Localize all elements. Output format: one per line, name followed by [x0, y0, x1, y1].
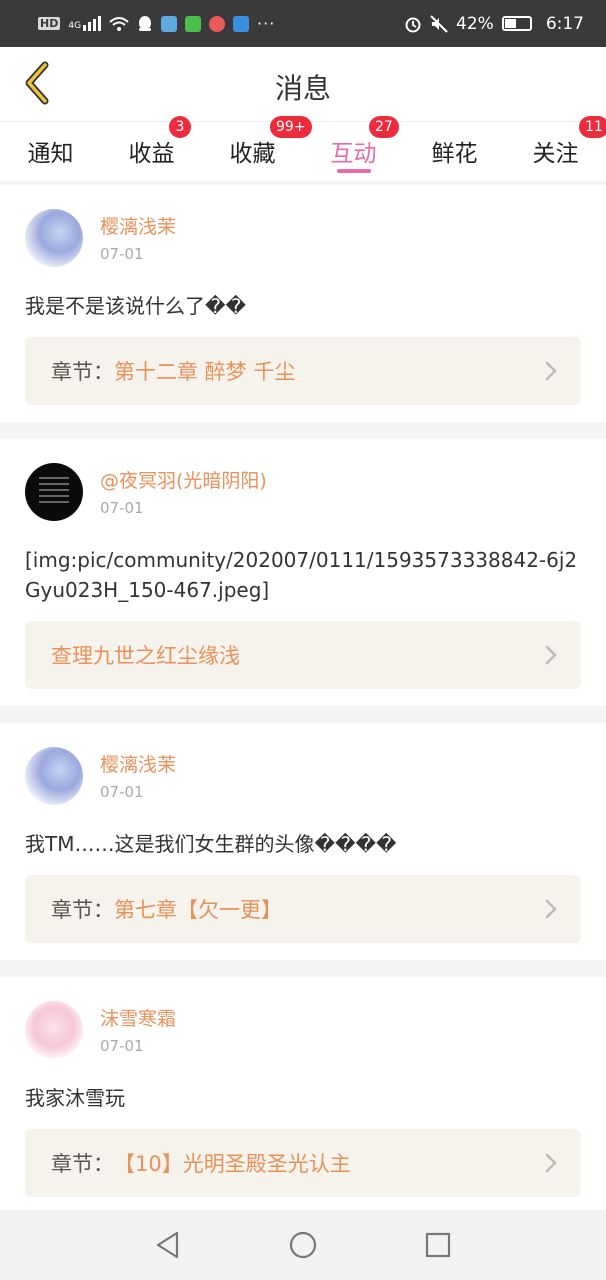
- more-icon: ···: [257, 14, 276, 33]
- user-name[interactable]: 樱漓浅茉: [100, 215, 176, 239]
- tab-interactions[interactable]: 互动 27: [303, 116, 404, 181]
- chapter-label: 章节：: [51, 1152, 114, 1176]
- tab-label: 关注: [532, 141, 579, 167]
- chapter-title: 第七章【欠一更】: [114, 898, 282, 922]
- square-recents-icon: [426, 1232, 451, 1258]
- alarm-icon: [405, 17, 421, 32]
- network-type-label: 4G: [68, 21, 82, 31]
- tab-earnings[interactable]: 收益 3: [101, 116, 202, 181]
- signal-icon: 4G: [68, 16, 102, 31]
- avatar[interactable]: [25, 463, 83, 521]
- chapter-title: 【10】光明圣殿圣光认主: [114, 1152, 351, 1176]
- mute-icon: [430, 14, 448, 33]
- list-item: 沫雪寒霜 07-01 我家沐雪玩 章节： 【10】光明圣殿圣光认主: [0, 977, 606, 1214]
- chapter-link[interactable]: 章节： 第七章【欠一更】: [25, 875, 581, 943]
- avatar[interactable]: [25, 747, 83, 805]
- unread-badge: 27: [369, 116, 399, 138]
- unread-badge: 11: [579, 116, 606, 138]
- avatar[interactable]: [25, 1001, 83, 1059]
- tab-bar: 通知 收益 3 收藏 99+ 互动 27 鲜花 关注 11: [0, 116, 606, 181]
- qq-icon: [139, 15, 152, 31]
- browser-icon: [209, 15, 226, 32]
- comment-text: 我是不是该说什么了��: [25, 294, 247, 318]
- comment-text: 我家沐雪玩: [25, 1086, 125, 1110]
- clock: 6:17: [545, 13, 584, 34]
- list-item: @夜冥羽(光暗阴阳) 07-01 [img:pic/community/2020…: [0, 439, 606, 706]
- tab-label: 收益: [128, 141, 175, 167]
- circle-home-icon: [289, 1231, 317, 1259]
- nav-recents-button[interactable]: [418, 1225, 458, 1265]
- hd-icon: HD: [38, 17, 61, 30]
- message-app-icon: [233, 15, 250, 32]
- chevron-right-icon: [545, 361, 557, 381]
- chevron-right-icon: [545, 1153, 557, 1173]
- unread-badge: 3: [169, 116, 191, 138]
- tab-favorites[interactable]: 收藏 99+: [202, 116, 312, 181]
- comment-text: [img:pic/community/202007/0111/159357333…: [25, 548, 578, 602]
- status-bar: HD 4G ··· 42% 6:17: [0, 0, 606, 47]
- system-nav-bar: [0, 1210, 606, 1280]
- user-name[interactable]: 沫雪寒霜: [100, 1007, 176, 1031]
- chapter-title: 第十二章 醉梦 千尘: [114, 360, 296, 384]
- wifi-icon: [109, 16, 129, 31]
- nav-back-button[interactable]: [148, 1225, 188, 1265]
- tab-label: 鲜花: [431, 141, 478, 167]
- page-title: 消息: [274, 72, 331, 105]
- book-link[interactable]: 查理九世之红尘缘浅: [25, 621, 581, 689]
- tab-notifications[interactable]: 通知: [0, 122, 101, 181]
- app-icon: [161, 15, 178, 32]
- chapter-link[interactable]: 章节： 第十二章 醉梦 千尘: [25, 337, 581, 405]
- iqiyi-icon: [185, 15, 202, 32]
- battery-percent: 42%: [456, 13, 494, 34]
- chapter-label: 章节：: [51, 898, 114, 922]
- user-name[interactable]: 樱漓浅茉: [100, 753, 176, 777]
- avatar[interactable]: [25, 209, 83, 267]
- post-date: 07-01: [100, 783, 144, 801]
- post-date: 07-01: [100, 499, 144, 517]
- tab-following[interactable]: 关注 11: [505, 116, 606, 181]
- post-date: 07-01: [100, 245, 144, 263]
- battery-icon: [501, 16, 532, 31]
- tab-label: 收藏: [229, 141, 276, 167]
- tab-label: 互动: [330, 141, 377, 167]
- chapter-link[interactable]: 章节： 【10】光明圣殿圣光认主: [25, 1129, 581, 1197]
- active-tab-indicator: [336, 169, 371, 173]
- chevron-right-icon: [545, 899, 557, 919]
- post-date: 07-01: [100, 1037, 144, 1055]
- list-item: 樱漓浅茉 07-01 我TM……这是我们女生群的头像���� 章节： 第七章【欠…: [0, 723, 606, 960]
- chapter-label: 章节：: [51, 360, 114, 384]
- user-name[interactable]: @夜冥羽(光暗阴阳): [100, 469, 267, 493]
- tab-flowers[interactable]: 鲜花: [404, 122, 505, 181]
- chevron-right-icon: [545, 645, 557, 665]
- message-list: 樱漓浅茉 07-01 我是不是该说什么了�� 章节： 第十二章 醉梦 千尘 @夜…: [0, 185, 606, 1231]
- list-item: 樱漓浅茉 07-01 我是不是该说什么了�� 章节： 第十二章 醉梦 千尘: [0, 185, 606, 422]
- nav-home-button[interactable]: [283, 1225, 323, 1265]
- book-title: 查理九世之红尘缘浅: [51, 644, 240, 668]
- triangle-back-icon: [156, 1231, 178, 1259]
- tab-label: 通知: [27, 141, 74, 167]
- comment-text: 我TM……这是我们女生群的头像����: [25, 832, 397, 856]
- header: 消息: [0, 47, 606, 121]
